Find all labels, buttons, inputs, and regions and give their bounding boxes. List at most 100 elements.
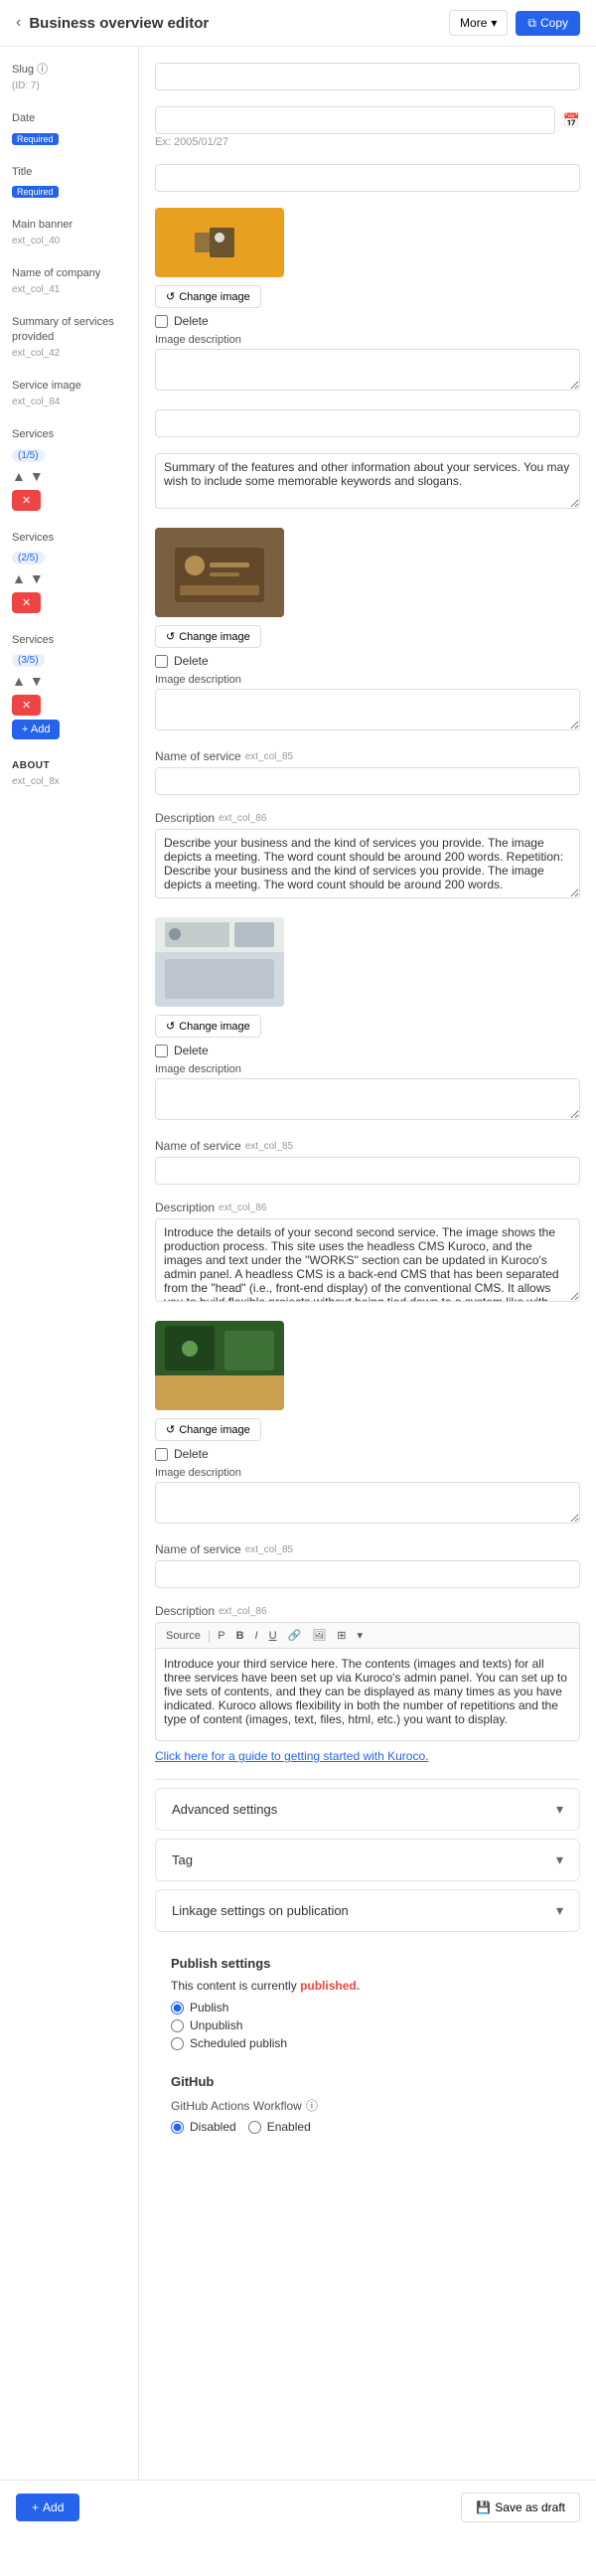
sidebar-about: ABOUT ext_col_8x	[12, 759, 126, 787]
services-1-up-button[interactable]: ▲	[12, 468, 26, 484]
plus-icon: +	[32, 2500, 39, 2514]
title-input[interactable]: Sample site	[155, 164, 580, 192]
kuroco-guide-link[interactable]: Click here for a guide to getting starte…	[155, 1749, 428, 1763]
title-required-badge: Required	[12, 186, 59, 198]
toolbar-p[interactable]: P	[214, 1628, 228, 1644]
service2-desc-group: Description ext_col_86 Introduce the det…	[155, 1201, 580, 1305]
back-button[interactable]: ‹	[16, 14, 21, 32]
toolbar-bold[interactable]: B	[232, 1628, 248, 1644]
slug-input[interactable]	[155, 63, 580, 90]
service-image-main-group: ↺ Change image Delete Image description	[155, 528, 580, 733]
date-input[interactable]: 2022/02/25	[155, 106, 555, 134]
service3-name-input[interactable]: Service #3	[155, 1560, 580, 1588]
slug-info-icon: ⓘ	[37, 64, 48, 76]
service1-name-input[interactable]: Service #1	[155, 767, 580, 795]
publish-radio-unpublish[interactable]: Unpublish	[171, 2018, 564, 2032]
company-name-input[interactable]: Company name	[155, 409, 580, 437]
image-desc-label-1: Image description	[155, 334, 580, 346]
toolbar-link[interactable]: 🔗	[284, 1627, 306, 1644]
services-2-controls: ▲ ▼	[12, 570, 126, 586]
main-banner-delete-input[interactable]	[155, 315, 168, 328]
copy-button[interactable]: ⧉ Copy	[516, 11, 580, 36]
service1-name-group: Name of service ext_col_85 Service #1	[155, 749, 580, 795]
sidebar-main-banner: Main banner ext_col_40	[12, 218, 126, 246]
github-section: GitHub GitHub Actions Workflow ⓘ Disable…	[155, 2074, 580, 2150]
service-img-svg-3	[155, 1321, 284, 1410]
services-2-down-button[interactable]: ▼	[30, 570, 44, 586]
main-banner-change-button[interactable]: ↺ Change image	[155, 285, 261, 308]
company-name-field-group: Company name	[155, 409, 580, 437]
calendar-icon[interactable]: 📅	[563, 112, 580, 129]
page-header: ‹ Business overview editor More ▾ ⧉ Copy	[0, 0, 596, 47]
date-hint: Ex: 2005/01/27	[155, 136, 580, 148]
advanced-settings-header[interactable]: Advanced settings ▾	[156, 1789, 579, 1830]
service-image-main-delete[interactable]: Delete	[155, 654, 580, 668]
service2-name-input[interactable]: Service #2	[155, 1157, 580, 1185]
main-banner-delete-checkbox[interactable]: Delete	[155, 314, 580, 328]
github-disabled-radio[interactable]: Disabled	[171, 2120, 236, 2134]
toolbar-image[interactable]: 🖼	[308, 1627, 330, 1644]
save-draft-button[interactable]: 💾 Save as draft	[461, 2493, 580, 2522]
toolbar-table[interactable]: ⊞	[333, 1627, 350, 1644]
service-image-3-change-button[interactable]: ↺ Change image	[155, 1418, 261, 1441]
about-separator	[155, 1779, 580, 1780]
linkage-settings-header[interactable]: Linkage settings on publication ▾	[156, 1890, 579, 1931]
sidebar-service-image: Service image ext_col_84	[12, 379, 126, 407]
service3-desc-group: Description ext_col_86 Source | P B I U …	[155, 1604, 580, 1763]
main-banner-field-group: ↺ Change image Delete Image description	[155, 208, 580, 394]
publish-status: This content is currently published.	[171, 1979, 564, 1993]
publish-radio-scheduled-input[interactable]	[171, 2037, 184, 2050]
service3-desc-editor[interactable]: Introduce your third service here. The c…	[155, 1648, 580, 1741]
service3-name-group: Name of service ext_col_85 Service #3	[155, 1542, 580, 1588]
service-image-main-desc[interactable]	[155, 689, 580, 730]
summary-textarea[interactable]: Summary of the features and other inform…	[155, 453, 580, 509]
service2-desc-textarea[interactable]: Introduce the details of your second sec…	[155, 1218, 580, 1302]
service-image-3-desc[interactable]	[155, 1482, 580, 1524]
tag-header[interactable]: Tag ▾	[156, 1840, 579, 1880]
toolbar-italic[interactable]: I	[251, 1628, 262, 1644]
services-3-controls: ▲ ▼	[12, 673, 126, 689]
toolbar-underline[interactable]: U	[265, 1628, 281, 1644]
publish-radio-unpublish-input[interactable]	[171, 2019, 184, 2032]
services-1-controls: ▲ ▼	[12, 468, 126, 484]
service-image-2-actions: ↺ Change image	[155, 1015, 580, 1038]
service-image-main-change-button[interactable]: ↺ Change image	[155, 625, 261, 648]
sidebar-slug: Slug ⓘ (ID: 7)	[12, 63, 126, 91]
add-button[interactable]: + Add	[16, 2494, 79, 2521]
service-image-main-desc-label: Image description	[155, 674, 580, 686]
github-enabled-input[interactable]	[248, 2121, 261, 2134]
services-1-down-button[interactable]: ▼	[30, 468, 44, 484]
publish-radio-publish[interactable]: Publish	[171, 2001, 564, 2014]
service-image-2-delete[interactable]: Delete	[155, 1044, 580, 1057]
service-image-main-delete-input[interactable]	[155, 655, 168, 668]
main-banner-image-desc[interactable]	[155, 349, 580, 391]
toolbar-more[interactable]: ▾	[353, 1627, 367, 1644]
tag-section: Tag ▾	[155, 1839, 580, 1881]
service-image-2-change-button[interactable]: ↺ Change image	[155, 1015, 261, 1038]
service-image-3-delete[interactable]: Delete	[155, 1447, 580, 1461]
service-image-2-delete-input[interactable]	[155, 1045, 168, 1057]
sidebar-title: Title Required	[12, 165, 126, 198]
publish-radio-publish-input[interactable]	[171, 2002, 184, 2014]
github-radio-group: Disabled Enabled	[171, 2120, 564, 2134]
service1-desc-textarea[interactable]: Describe your business and the kind of s…	[155, 829, 580, 898]
services-2-up-button[interactable]: ▲	[12, 570, 26, 586]
services-1-delete-button[interactable]: ✕	[12, 490, 41, 511]
services-3-up-button[interactable]: ▲	[12, 673, 26, 689]
services-2-delete-button[interactable]: ✕	[12, 592, 41, 613]
github-enabled-radio[interactable]: Enabled	[248, 2120, 311, 2134]
service-image-2-desc[interactable]	[155, 1078, 580, 1120]
services-3-delete-button[interactable]: ✕	[12, 695, 41, 716]
services-add-button[interactable]: + Add	[12, 720, 60, 739]
github-disabled-input[interactable]	[171, 2121, 184, 2134]
sidebar-services-1: Services (1/5) ▲ ▼ ✕	[12, 427, 126, 510]
service-image-3-desc-label: Image description	[155, 1467, 580, 1479]
sidebar-company-name: Name of company ext_col_41	[12, 266, 126, 295]
service-image-2-container	[155, 917, 580, 1007]
service-image-3-delete-input[interactable]	[155, 1448, 168, 1461]
publish-radio-scheduled[interactable]: Scheduled publish	[171, 2036, 564, 2050]
more-button[interactable]: More ▾	[449, 10, 508, 36]
editor-link-hint: Click here for a guide to getting starte…	[155, 1749, 580, 1763]
services-3-down-button[interactable]: ▼	[30, 673, 44, 689]
toolbar-source[interactable]: Source	[162, 1628, 205, 1644]
